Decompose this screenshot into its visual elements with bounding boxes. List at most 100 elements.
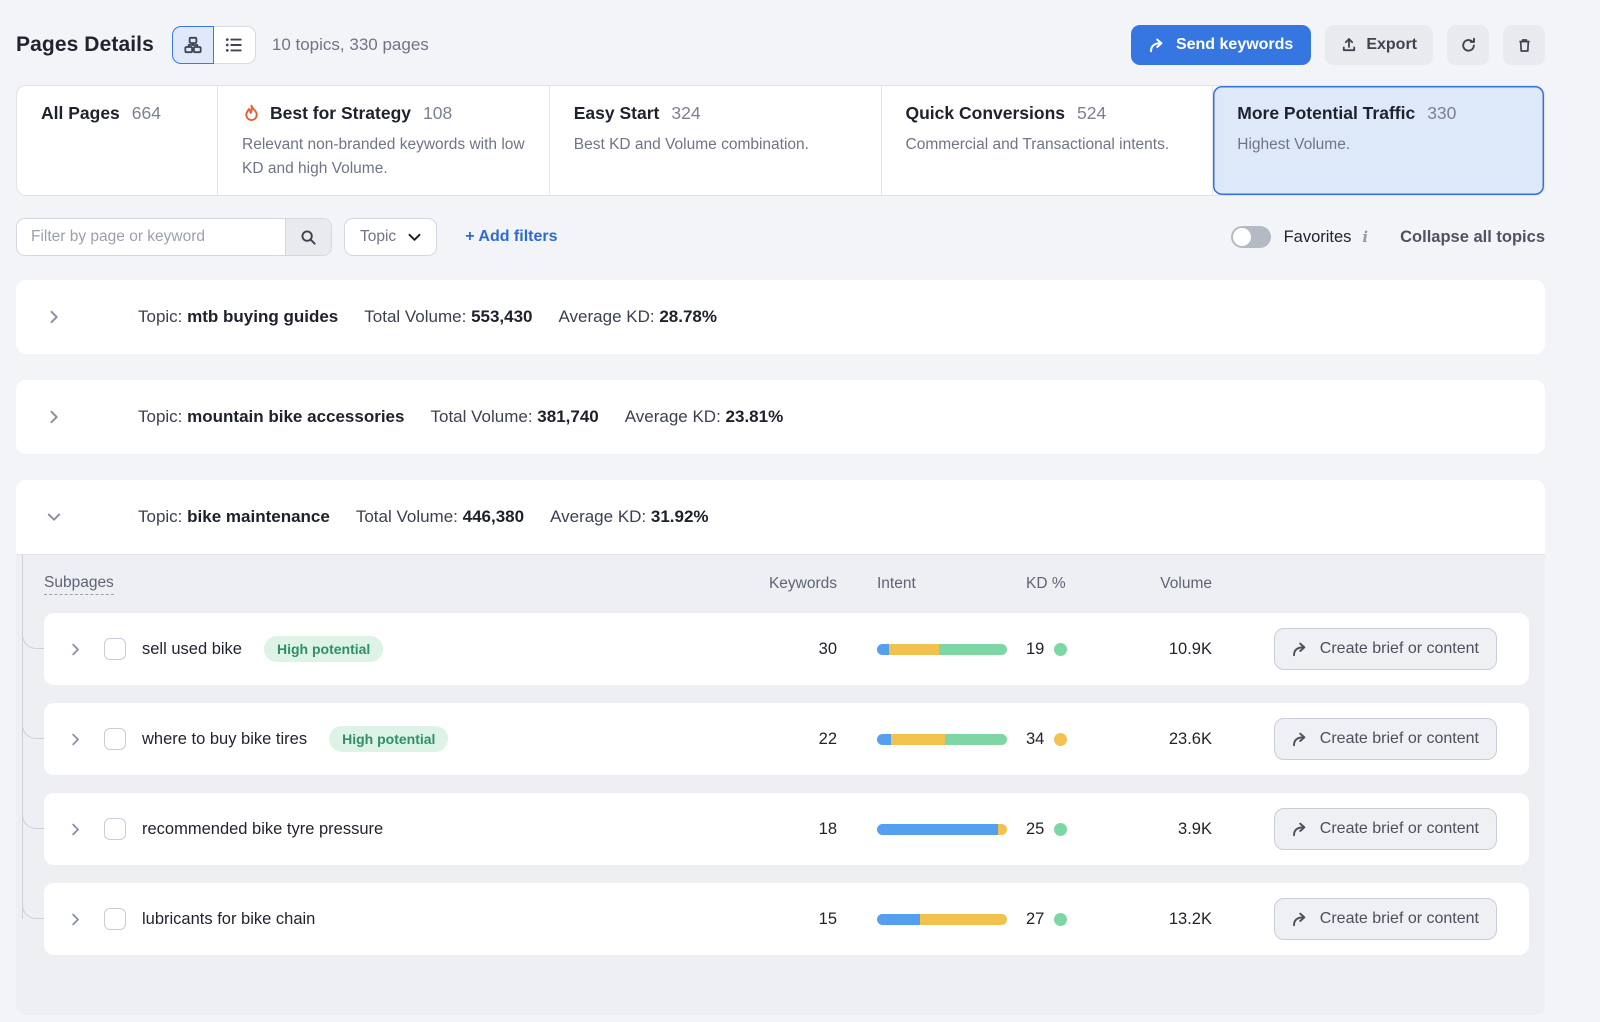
topic-card: Topic: bike maintenance Total Volume: 44… (16, 480, 1545, 1015)
average-kd-value: 28.78% (659, 307, 717, 326)
refresh-button[interactable] (1447, 25, 1489, 65)
tab-label: Best for Strategy (270, 103, 411, 124)
toggle-knob (1233, 228, 1251, 246)
tree-view-button[interactable] (172, 26, 214, 64)
table-row: lubricants for bike chain 15 27 13.2K Cr… (44, 883, 1529, 955)
table-row: recommended bike tyre pressure 18 25 3.9… (44, 793, 1529, 865)
intent-segment-yellow (920, 914, 1007, 925)
row-checkbox[interactable] (104, 638, 126, 660)
total-volume-value: 381,740 (537, 407, 598, 426)
collapse-all-topics-link[interactable]: Collapse all topics (1400, 228, 1545, 247)
keywords-count: 22 (819, 730, 837, 749)
tab-description: Relevant non-branded keywords with low K… (242, 133, 525, 181)
create-brief-button[interactable]: Create brief or content (1274, 628, 1497, 670)
keywords-count: 18 (819, 820, 837, 839)
trash-icon (1516, 37, 1533, 54)
topic-chevron-icon[interactable] (46, 509, 64, 525)
row-checkbox[interactable] (104, 818, 126, 840)
tab[interactable]: All Pages 664 (17, 86, 218, 195)
tab[interactable]: Easy Start 324 Best KD and Volume combin… (550, 86, 882, 195)
search-input[interactable] (17, 219, 285, 255)
tree-connector-elbow (22, 799, 44, 829)
kd-dot (1054, 733, 1067, 746)
create-brief-button[interactable]: Create brief or content (1274, 898, 1497, 940)
intent-bar (877, 644, 1007, 655)
total-volume-value: 446,380 (463, 507, 524, 526)
tab-count: 324 (671, 103, 700, 124)
list-icon (225, 36, 243, 54)
tree-connector-elbow (22, 619, 44, 649)
average-kd-value: 23.81% (726, 407, 784, 426)
topic-chevron-icon[interactable] (46, 409, 64, 425)
export-button[interactable]: Export (1325, 25, 1433, 65)
intent-bar (877, 914, 1007, 925)
create-brief-label: Create brief or content (1320, 820, 1479, 838)
topic-name: mtb buying guides (187, 307, 338, 326)
tab[interactable]: Quick Conversions 524 Commercial and Tra… (882, 86, 1214, 195)
row-checkbox[interactable] (104, 728, 126, 750)
send-arrow-icon (1149, 38, 1166, 53)
column-kd: KD % (1012, 575, 1117, 593)
refresh-icon (1460, 37, 1477, 54)
create-brief-label: Create brief or content (1320, 910, 1479, 928)
subpages-table-header: Subpages Keywords Intent KD % Volume (44, 555, 1529, 613)
intent-segment-blue (877, 914, 920, 925)
search-button[interactable] (285, 219, 331, 255)
page-title: Pages Details (16, 33, 154, 57)
intent-segment-blue (877, 824, 998, 835)
search-icon (300, 229, 317, 246)
tab-label: All Pages (41, 103, 120, 124)
create-brief-button[interactable]: Create brief or content (1274, 718, 1497, 760)
row-chevron-icon[interactable] (68, 642, 88, 657)
topic-prefix: Topic: (138, 407, 182, 426)
export-icon (1341, 37, 1357, 53)
kd-dot (1054, 643, 1067, 656)
topic-header[interactable]: Topic: mtb buying guides Total Volume: 5… (16, 280, 1545, 354)
export-label: Export (1366, 36, 1417, 54)
row-chevron-icon[interactable] (68, 912, 88, 927)
tabs: All Pages 664 Best for Strategy 108 Rele… (16, 85, 1545, 196)
topic-body: Subpages Keywords Intent KD % Volume sel… (16, 554, 1545, 1015)
tab[interactable]: Best for Strategy 108 Relevant non-brand… (218, 86, 550, 195)
row-chevron-icon[interactable] (68, 822, 88, 837)
create-brief-label: Create brief or content (1320, 730, 1479, 748)
intent-segment-yellow (889, 644, 940, 655)
tab-description: Commercial and Transactional intents. (906, 133, 1189, 157)
delete-button[interactable] (1503, 25, 1545, 65)
row-chevron-icon[interactable] (68, 732, 88, 747)
row-checkbox[interactable] (104, 908, 126, 930)
tab-count: 330 (1427, 103, 1456, 124)
total-volume-value: 553,430 (471, 307, 532, 326)
kd-value: 27 (1026, 910, 1044, 929)
topic-header[interactable]: Topic: mountain bike accessories Total V… (16, 380, 1545, 454)
total-volume-label: Total Volume: (364, 307, 466, 326)
topic-header[interactable]: Topic: bike maintenance Total Volume: 44… (16, 480, 1545, 554)
kd-value: 19 (1026, 640, 1044, 659)
intent-segment-green (939, 644, 1007, 655)
tab[interactable]: More Potential Traffic 330 Highest Volum… (1213, 86, 1544, 195)
tab-count: 524 (1077, 103, 1106, 124)
intent-segment-yellow (891, 734, 944, 745)
intent-segment-yellow (998, 824, 1007, 835)
topic-name: mountain bike accessories (187, 407, 404, 426)
high-potential-badge: High potential (264, 636, 383, 662)
tab-count: 108 (423, 103, 452, 124)
topic-filter-dropdown[interactable]: Topic (344, 218, 437, 256)
list-view-button[interactable] (214, 26, 256, 64)
tab-description: Highest Volume. (1237, 133, 1520, 157)
send-keywords-button[interactable]: Send keywords (1131, 25, 1311, 65)
info-icon[interactable]: i (1362, 228, 1368, 246)
topic-name: bike maintenance (187, 507, 330, 526)
kd-value: 34 (1026, 730, 1044, 749)
tree-connector-line (22, 555, 23, 919)
create-brief-button[interactable]: Create brief or content (1274, 808, 1497, 850)
favorites-toggle[interactable] (1231, 226, 1271, 248)
column-keywords: Keywords (769, 575, 837, 593)
tab-label: Easy Start (574, 103, 660, 124)
page: Pages Details (16, 24, 1545, 1015)
column-subpages[interactable]: Subpages (44, 574, 114, 595)
add-filters-link[interactable]: + Add filters (465, 228, 557, 246)
send-keywords-label: Send keywords (1176, 36, 1293, 54)
topic-chevron-icon[interactable] (46, 309, 64, 325)
kd-dot (1054, 913, 1067, 926)
